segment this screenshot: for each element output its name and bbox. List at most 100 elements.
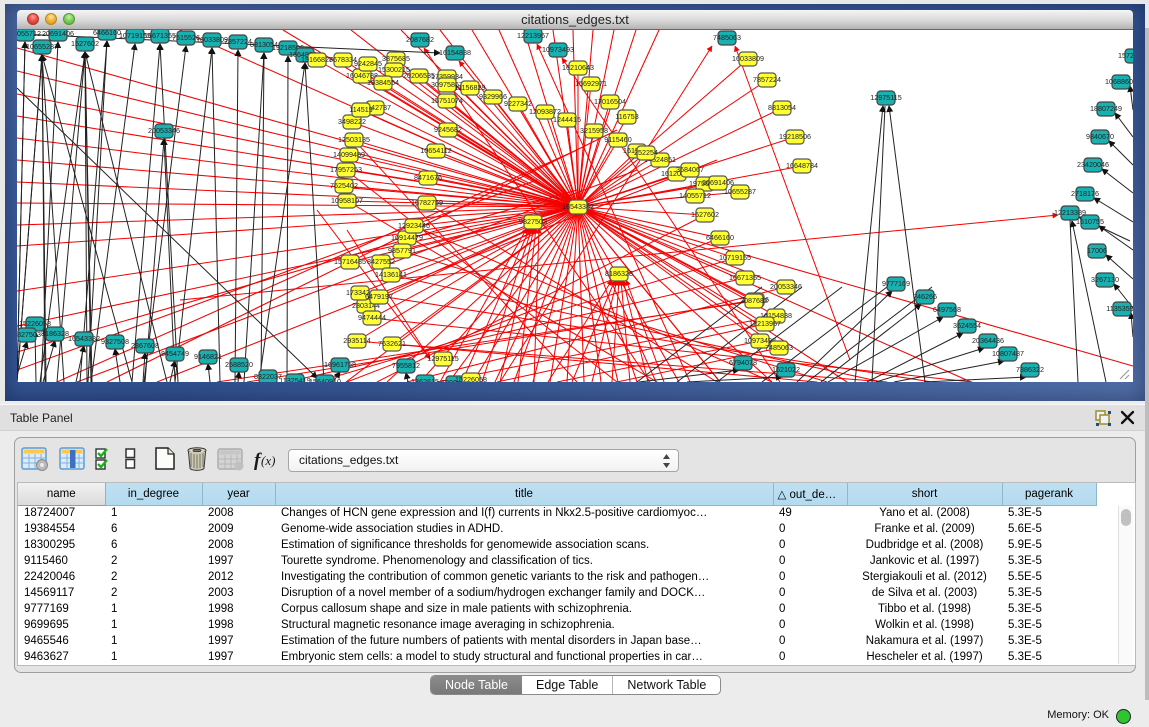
svg-text:8427552: 8427552 (367, 257, 395, 266)
svg-text:16914479: 16914479 (391, 233, 423, 242)
svg-text:2588520: 2588520 (225, 360, 253, 369)
svg-text:7485063: 7485063 (765, 343, 793, 352)
svg-text:17957253: 17957253 (330, 165, 362, 174)
svg-text:12975115: 12975115 (427, 354, 458, 363)
svg-text:16033809: 16033809 (732, 54, 764, 63)
svg-text:9115460: 9115460 (604, 135, 631, 144)
svg-text:15226058: 15226058 (455, 375, 487, 382)
svg-text:10688609: 10688609 (1105, 77, 1133, 86)
svg-text:8678334: 8678334 (329, 55, 357, 64)
svg-text:16543382: 16543382 (68, 334, 100, 343)
svg-text:6479197: 6479197 (365, 292, 393, 301)
svg-text:7625402: 7625402 (330, 181, 358, 190)
svg-text:9245682: 9245682 (434, 125, 462, 134)
svg-text:10958107: 10958107 (331, 196, 363, 205)
svg-text:15751074: 15751074 (431, 96, 463, 105)
svg-text:15720407: 15720407 (1118, 51, 1133, 60)
svg-text:8186328: 8186328 (605, 269, 633, 278)
svg-text:20691406: 20691406 (42, 30, 74, 38)
svg-text:14099489: 14099489 (333, 150, 365, 159)
svg-text:23420046: 23420046 (1077, 160, 1109, 169)
svg-text:20691406: 20691406 (702, 178, 734, 187)
svg-text:16154838: 16154838 (439, 48, 471, 57)
svg-text:15716485: 15716485 (334, 257, 366, 266)
svg-text:19218506: 19218506 (779, 132, 811, 141)
svg-text:15226058: 15226058 (19, 319, 51, 328)
svg-text:114519: 114519 (349, 105, 372, 114)
svg-text:6466160: 6466160 (93, 30, 121, 37)
svg-text:6497568: 6497568 (933, 305, 961, 314)
svg-text:10719155: 10719155 (719, 253, 751, 262)
svg-text:746266: 746266 (913, 292, 937, 301)
svg-text:116753: 116753 (615, 112, 638, 121)
svg-text:10973493: 10973493 (542, 45, 574, 54)
svg-text:12213967: 12213967 (749, 319, 781, 328)
svg-text:1610755: 1610755 (1076, 217, 1104, 226)
svg-text:8471676: 8471676 (414, 173, 442, 182)
svg-text:3215958: 3215958 (580, 126, 608, 135)
svg-text:12213967: 12213967 (517, 31, 549, 40)
svg-text:18807249: 18807249 (1090, 104, 1122, 113)
svg-text:7485063: 7485063 (713, 33, 741, 42)
svg-text:7955812: 7955812 (392, 361, 420, 370)
svg-text:1527602: 1527602 (691, 210, 719, 219)
svg-text:3684067: 3684067 (676, 165, 704, 174)
svg-text:1621022: 1621022 (772, 365, 800, 374)
svg-text:9327508: 9327508 (101, 337, 129, 346)
svg-text:16648784: 16648784 (786, 161, 818, 170)
svg-text:7857224: 7857224 (224, 37, 252, 46)
svg-text:7632621: 7632621 (378, 339, 406, 348)
svg-text:12213389: 12213389 (1054, 208, 1086, 217)
svg-text:14055712: 14055712 (17, 30, 41, 38)
svg-text:17006: 17006 (1087, 246, 1107, 255)
svg-text:2087682: 2087682 (740, 296, 768, 305)
svg-text:9777169: 9777169 (882, 279, 910, 288)
svg-text:7386322: 7386322 (1016, 365, 1044, 374)
svg-text:12975115: 12975115 (870, 93, 901, 102)
svg-text:9474444: 9474444 (358, 313, 386, 322)
svg-text:9329966: 9329966 (479, 92, 507, 101)
svg-text:15692971: 15692971 (575, 79, 607, 88)
svg-text:20364436: 20364436 (972, 336, 1004, 345)
svg-text:2087682: 2087682 (406, 35, 434, 44)
svg-text:10654112: 10654112 (420, 146, 451, 155)
svg-text:16543382: 16543382 (562, 202, 594, 211)
svg-text:20053346: 20053346 (770, 282, 802, 291)
svg-text:20053346: 20053346 (148, 126, 180, 135)
svg-text:8322037: 8322037 (254, 372, 282, 381)
svg-text:9827503: 9827503 (17, 330, 41, 339)
svg-text:11325419: 11325419 (279, 376, 310, 382)
svg-text:9840670: 9840670 (1086, 132, 1114, 141)
svg-text:16782759: 16782759 (411, 198, 443, 207)
svg-text:14136141: 14136141 (375, 270, 407, 279)
svg-text:9227342: 9227342 (504, 99, 532, 108)
svg-text:16671355: 16671355 (729, 273, 761, 282)
svg-text:2367608: 2367608 (131, 341, 159, 350)
svg-text:15640910: 15640910 (309, 377, 341, 382)
svg-text:1362615: 1362615 (411, 377, 439, 382)
svg-text:3267130: 3267130 (1091, 275, 1119, 284)
svg-text:9827503: 9827503 (519, 217, 547, 226)
svg-text:8454749: 8454749 (161, 349, 189, 358)
svg-text:12503135: 12503135 (338, 135, 370, 144)
svg-text:10807487: 10807487 (992, 349, 1024, 358)
svg-text:252254: 252254 (634, 148, 658, 157)
svg-text:8186328: 8186328 (41, 329, 69, 338)
svg-text:11156829: 11156829 (455, 83, 486, 92)
svg-text:1527602: 1527602 (71, 39, 99, 48)
svg-text:16210643: 16210643 (562, 63, 594, 72)
svg-text:19384554: 19384554 (367, 78, 399, 87)
svg-text:1244415: 1244415 (553, 115, 581, 124)
svg-text:17016504: 17016504 (594, 97, 626, 106)
svg-text:9857791: 9857791 (388, 246, 416, 255)
svg-text:10655287: 10655287 (724, 187, 756, 196)
svg-text:12923446: 12923446 (398, 221, 430, 230)
svg-text:3624554: 3624554 (953, 321, 981, 330)
svg-text:11353594: 11353594 (1106, 304, 1133, 313)
svg-text:3875685: 3875685 (382, 54, 410, 63)
svg-text:3498222: 3498222 (338, 117, 366, 126)
svg-text:16961758: 16961758 (324, 360, 356, 369)
svg-text:14055712: 14055712 (679, 191, 711, 200)
svg-text:6794078: 6794078 (729, 358, 757, 367)
svg-text:2718176: 2718176 (1071, 189, 1099, 198)
